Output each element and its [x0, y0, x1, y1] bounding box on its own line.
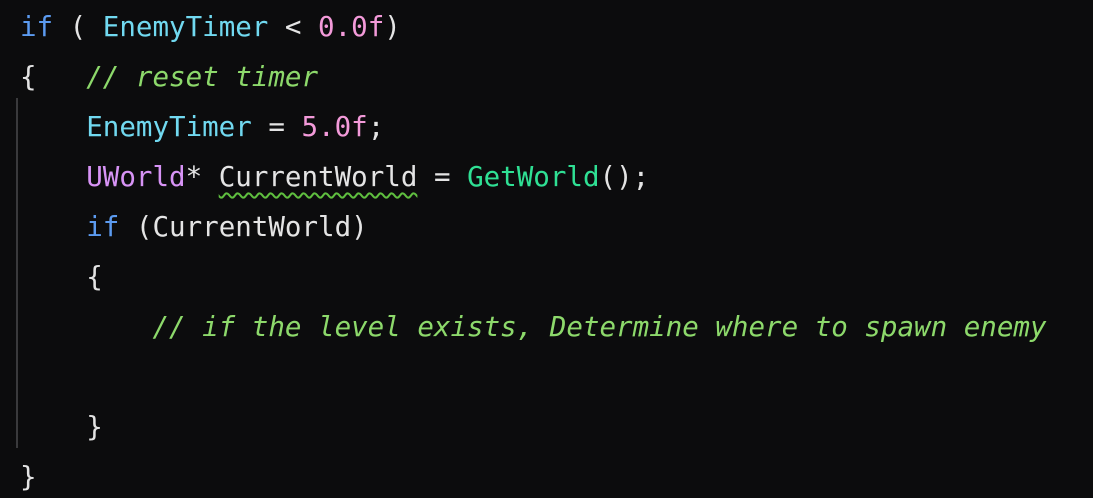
operator-assign: = — [251, 111, 302, 143]
indent-guide — [16, 98, 18, 448]
code-line-3[interactable]: EnemyTimer = 5.0f; — [20, 102, 384, 152]
brace-close: } — [20, 461, 37, 493]
number-literal: 0.0f — [318, 11, 385, 43]
number-literal: 5.0f — [301, 111, 368, 143]
code-line-5[interactable]: if (CurrentWorld) — [20, 202, 368, 252]
variable-current-world[interactable]: CurrentWorld — [219, 161, 418, 193]
code-line-6[interactable]: { — [20, 252, 103, 302]
code-line-10[interactable]: } — [20, 452, 37, 498]
condition: (CurrentWorld) — [119, 211, 368, 243]
call-tail: (); — [599, 161, 650, 193]
code-line-7[interactable]: // if the level exists, Determine where … — [20, 302, 1047, 352]
operator-assign: = — [417, 161, 468, 193]
keyword-if: if — [20, 11, 54, 43]
semicolon: ; — [367, 111, 385, 143]
comment-reset-timer: // reset timer — [36, 61, 319, 93]
brace-close: } — [86, 411, 103, 443]
brace-open: { — [20, 61, 37, 93]
function-get-world: GetWorld — [467, 161, 600, 193]
code-editor[interactable]: if ( EnemyTimer < 0.0f) { // reset timer… — [0, 0, 1093, 498]
type-uworld: UWorld — [86, 161, 186, 193]
pointer-star: * — [185, 161, 219, 193]
code-line-4[interactable]: UWorld* CurrentWorld = GetWorld(); — [20, 152, 649, 202]
identifier-enemy-timer: EnemyTimer — [86, 111, 252, 143]
code-line-9[interactable]: } — [20, 402, 103, 452]
brace-open: { — [86, 261, 103, 293]
code-line-1[interactable]: if ( EnemyTimer < 0.0f) — [20, 2, 401, 52]
paren-open: ( — [53, 11, 103, 43]
identifier-enemy-timer: EnemyTimer — [102, 11, 269, 43]
keyword-if: if — [86, 211, 120, 243]
code-line-2[interactable]: { // reset timer — [20, 52, 318, 102]
comment-spawn-enemy: // if the level exists, Determine where … — [152, 311, 1047, 343]
paren-close: ) — [384, 11, 401, 43]
operator-less-than: < — [268, 11, 319, 43]
